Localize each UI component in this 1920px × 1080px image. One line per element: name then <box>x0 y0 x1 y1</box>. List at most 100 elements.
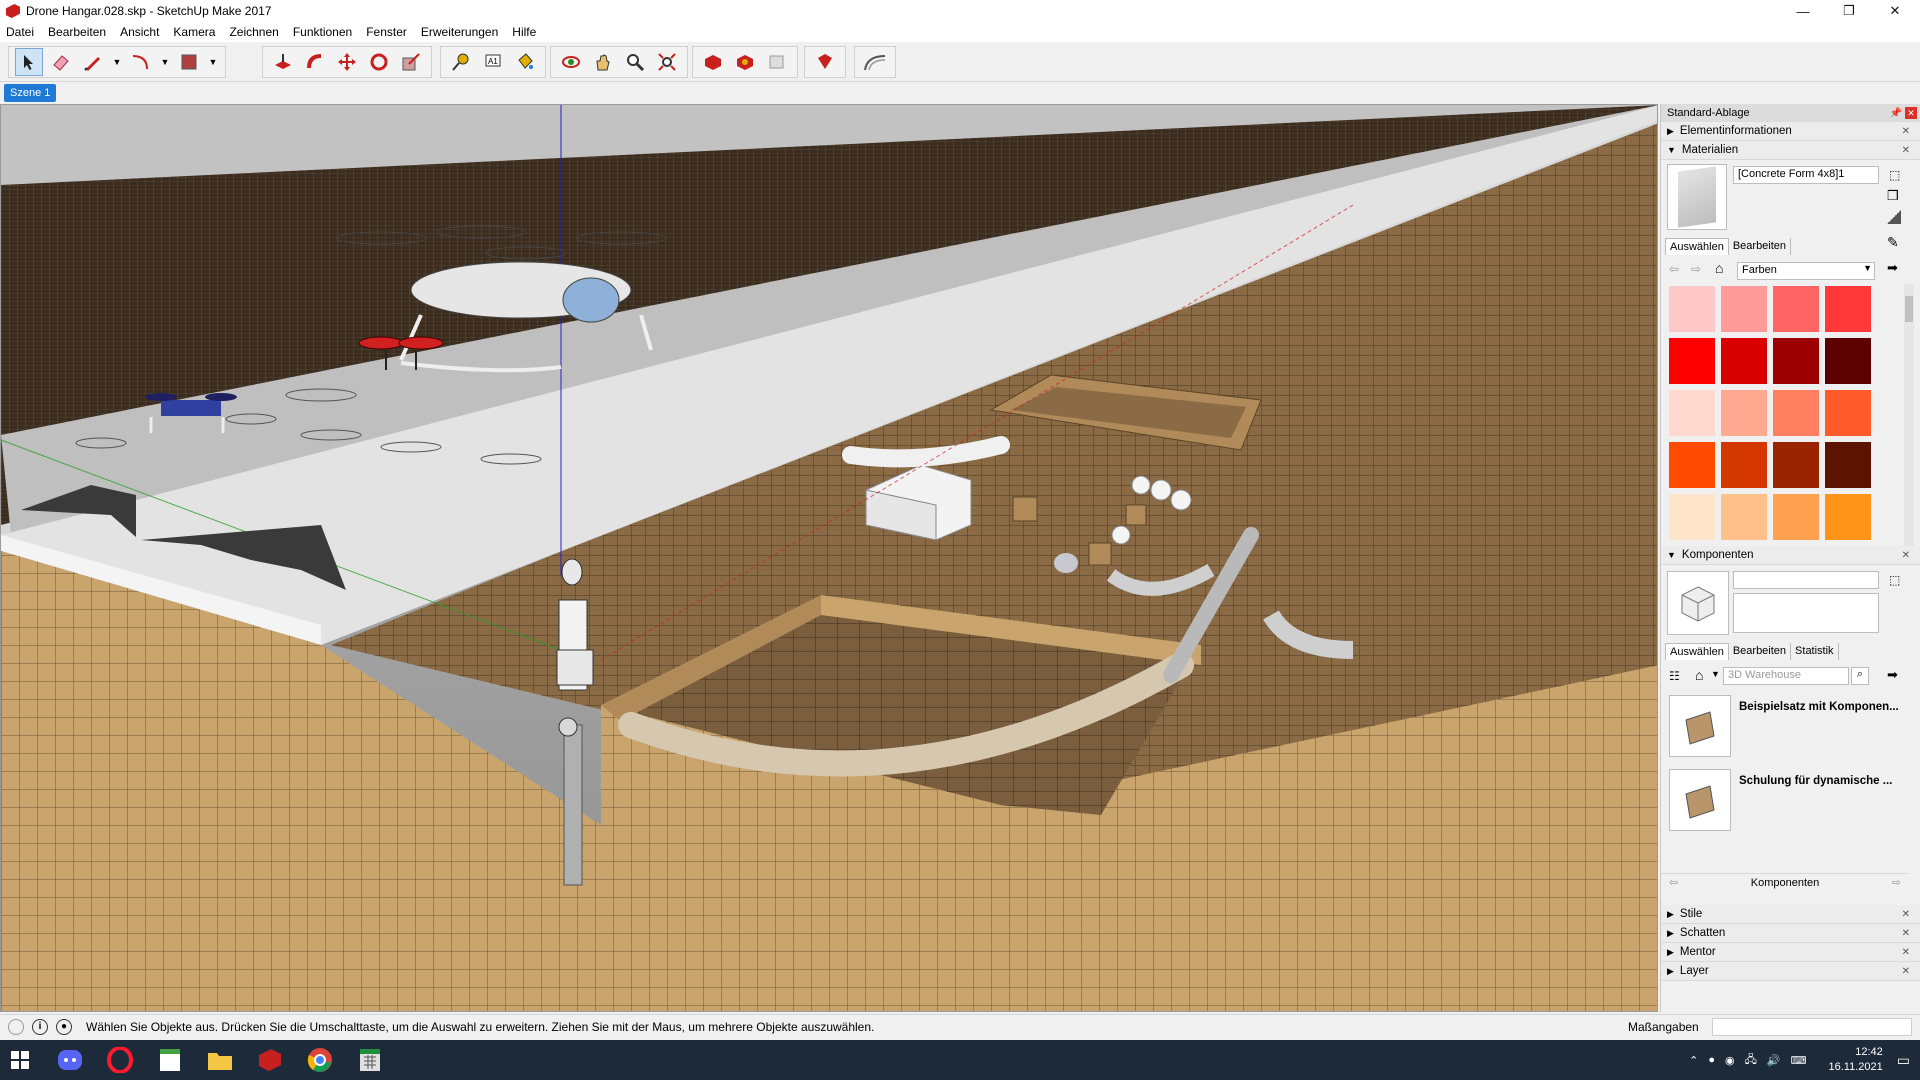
forward-arrow-icon[interactable]: ⇨ <box>1892 876 1901 889</box>
rotate-icon[interactable] <box>365 48 393 76</box>
tray-close-button[interactable]: ✕ <box>1905 107 1917 119</box>
save-component-icon[interactable]: ⬚ <box>1889 573 1900 587</box>
component-description-field[interactable] <box>1733 593 1879 633</box>
sketchup-icon[interactable] <box>250 1040 290 1080</box>
scale-icon[interactable] <box>397 48 425 76</box>
material-swatch[interactable] <box>1773 442 1819 488</box>
component-list-item[interactable]: Schulung für dynamische ... <box>1669 769 1909 837</box>
material-swatch[interactable] <box>1669 338 1715 384</box>
section-mentor[interactable]: ▶ Mentor ✕ <box>1661 943 1920 962</box>
opera-tray-icon[interactable]: ◉ <box>1725 1054 1735 1067</box>
dropdown-icon[interactable]: ▼ <box>207 48 219 76</box>
send-to-layout-icon[interactable] <box>763 48 791 76</box>
material-swatch[interactable] <box>1773 286 1819 332</box>
dropdown-icon[interactable]: ▼ <box>111 48 123 76</box>
discord-icon[interactable] <box>50 1040 90 1080</box>
section-materials[interactable]: ▼ Materialien ✕ <box>1661 141 1920 160</box>
orbit-icon[interactable] <box>557 48 585 76</box>
pan-icon[interactable] <box>589 48 617 76</box>
back-arrow-icon[interactable]: ⇦ <box>1669 262 1679 276</box>
component-list-item[interactable]: Beispielsatz mit Komponen... <box>1669 695 1909 763</box>
section-close-icon[interactable]: ✕ <box>1902 550 1910 561</box>
user-icon[interactable]: ● <box>56 1018 72 1035</box>
material-swatch[interactable] <box>1773 390 1819 436</box>
close-button[interactable]: ✕ <box>1872 0 1918 22</box>
file-explorer-icon[interactable] <box>200 1040 240 1080</box>
opera-icon[interactable] <box>100 1040 140 1080</box>
menu-bearbeiten[interactable]: Bearbeiten <box>48 25 106 39</box>
back-arrow-icon[interactable]: ⇦ <box>1669 876 1678 889</box>
volume-icon[interactable]: 🔊 <box>1767 1054 1781 1067</box>
section-close-icon[interactable]: ✕ <box>1902 966 1910 977</box>
material-swatch[interactable] <box>1825 338 1871 384</box>
section-shadows[interactable]: ▶ Schatten ✕ <box>1661 924 1920 943</box>
section-close-icon[interactable]: ✕ <box>1902 928 1910 939</box>
pencil-line-icon[interactable] <box>79 48 107 76</box>
geolocation-icon[interactable] <box>8 1018 24 1035</box>
material-swatch[interactable] <box>1773 494 1819 540</box>
windows-start-icon[interactable] <box>0 1040 40 1080</box>
menu-funktionen[interactable]: Funktionen <box>293 25 352 39</box>
section-entity-info[interactable]: ▶ Elementinformationen ✕ <box>1661 122 1920 141</box>
details-arrow-icon[interactable]: ➡ <box>1887 260 1898 276</box>
components-tab-statistics[interactable]: Statistik <box>1791 643 1839 660</box>
components-tab-edit[interactable]: Bearbeiten <box>1729 643 1792 660</box>
home-icon[interactable]: ⌂ <box>1715 260 1723 276</box>
material-swatch[interactable] <box>1721 390 1767 436</box>
modeling-viewport[interactable] <box>0 104 1658 1012</box>
extension-warehouse-icon[interactable] <box>731 48 759 76</box>
section-close-icon[interactable]: ✕ <box>1902 145 1910 156</box>
rectangle-icon[interactable] <box>175 48 203 76</box>
material-collection-select[interactable]: Farben ▼ <box>1737 262 1875 280</box>
network-icon[interactable]: 🖧 <box>1745 1051 1757 1070</box>
material-swatch[interactable] <box>1669 390 1715 436</box>
search-icon[interactable]: ⌕ <box>1851 667 1869 685</box>
material-swatch[interactable] <box>1669 286 1715 332</box>
section-components[interactable]: ▼ Komponenten ✕ <box>1661 546 1920 565</box>
discord-tray-icon[interactable]: ● <box>1708 1054 1715 1066</box>
component-name-field[interactable] <box>1733 571 1879 589</box>
menu-fenster[interactable]: Fenster <box>366 25 407 39</box>
material-name-field[interactable]: [Concrete Form 4x8]1 <box>1733 166 1879 184</box>
notifications-icon[interactable]: ▭ <box>1897 1052 1910 1069</box>
sketchup-app-icon[interactable] <box>6 4 20 18</box>
warehouse-search-input[interactable]: 3D Warehouse <box>1723 667 1849 685</box>
section-layers[interactable]: ▶ Layer ✕ <box>1661 962 1920 981</box>
materials-tab-edit[interactable]: Bearbeiten <box>1729 238 1792 255</box>
section-styles[interactable]: ▶ Stile ✕ <box>1661 905 1920 924</box>
system-clock[interactable]: 12:42 16.11.2021 <box>1829 1045 1883 1075</box>
restore-button[interactable]: ❐ <box>1826 0 1872 22</box>
materials-tab-select[interactable]: Auswählen <box>1665 238 1729 255</box>
pin-icon[interactable]: 📌 <box>1890 108 1902 119</box>
material-swatch[interactable] <box>1825 390 1871 436</box>
home-icon[interactable]: ⌂ <box>1695 667 1703 683</box>
menu-zeichnen[interactable]: Zeichnen <box>229 25 278 39</box>
keyboard-icon[interactable]: ⌨ <box>1791 1054 1807 1067</box>
menu-hilfe[interactable]: Hilfe <box>512 25 536 39</box>
material-swatch[interactable] <box>1825 442 1871 488</box>
push-pull-icon[interactable] <box>269 48 297 76</box>
material-swatch[interactable] <box>1721 494 1767 540</box>
material-swatch[interactable] <box>1825 494 1871 540</box>
minimize-button[interactable]: — <box>1780 0 1826 22</box>
eraser-icon[interactable] <box>47 48 75 76</box>
components-tab-select[interactable]: Auswählen <box>1665 643 1729 660</box>
zoom-extents-icon[interactable] <box>653 48 681 76</box>
save-material-icon[interactable]: ⬚ <box>1889 168 1900 182</box>
create-material-icon[interactable]: ❒ <box>1887 188 1899 204</box>
default-material-icon[interactable] <box>1887 210 1901 224</box>
scroll-thumb[interactable] <box>1905 296 1913 322</box>
menu-kamera[interactable]: Kamera <box>173 25 215 39</box>
3d-warehouse-icon[interactable] <box>699 48 727 76</box>
material-swatch[interactable] <box>1773 338 1819 384</box>
eyedropper-icon[interactable]: ✎ <box>1887 234 1899 251</box>
spreadsheet-icon[interactable] <box>350 1040 390 1080</box>
swatch-scrollbar[interactable] <box>1904 284 1914 546</box>
material-swatch[interactable] <box>1669 494 1715 540</box>
arc-icon[interactable] <box>127 48 155 76</box>
notepad-icon[interactable] <box>150 1040 190 1080</box>
forward-arrow-icon[interactable]: ⇨ <box>1691 262 1701 276</box>
move-icon[interactable] <box>333 48 361 76</box>
chevron-up-icon[interactable]: ⌃ <box>1689 1054 1698 1067</box>
section-close-icon[interactable]: ✕ <box>1902 947 1910 958</box>
